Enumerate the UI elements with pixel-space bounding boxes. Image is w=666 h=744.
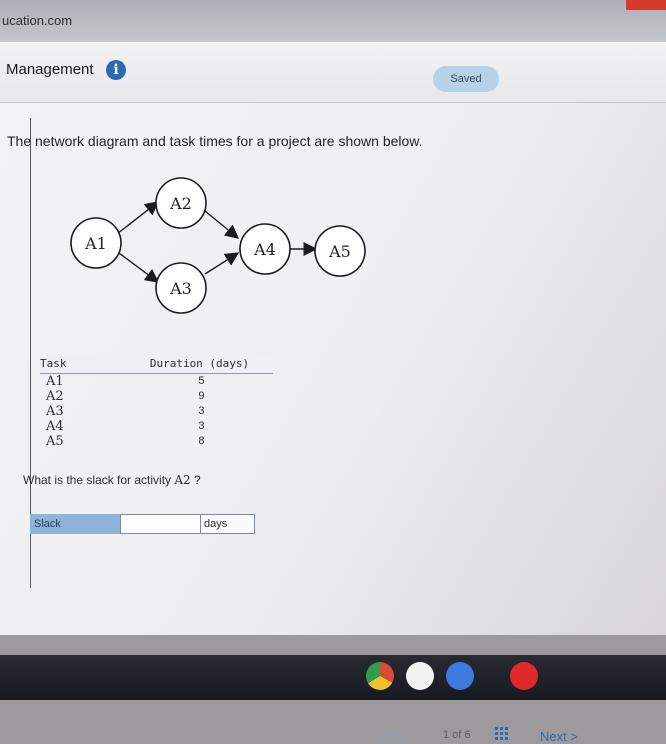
task-cell: A5 [46, 434, 64, 449]
next-button[interactable]: Next > [540, 729, 578, 744]
youtube-icon[interactable] [510, 662, 538, 690]
url-text[interactable]: ucation.com [2, 13, 72, 28]
duration-cell: 8 [198, 435, 205, 447]
column-header-duration: Duration (days) [149, 357, 250, 370]
edge-a1-a3 [118, 252, 160, 283]
window-corner [626, 0, 666, 10]
node-label: A3 [169, 279, 192, 298]
task-cell: A4 [46, 419, 64, 434]
duration-cell: 3 [198, 420, 205, 432]
table-row: A1 5 [40, 374, 273, 389]
prev-button[interactable]: Prev [380, 729, 405, 743]
edge-a1-a2 [116, 201, 160, 235]
table-row: A4 3 [40, 419, 273, 434]
pagination-footer: Prev 1 of 6 Next > [0, 715, 666, 744]
chrome-icon[interactable] [366, 662, 394, 690]
grid-icon[interactable] [495, 727, 508, 740]
page-title: Management [6, 61, 94, 78]
browser-bar: ucation.com [0, 0, 666, 42]
table-row: A3 3 [40, 404, 273, 419]
assignment-header: Management i Saved [0, 42, 666, 103]
node-label: A2 [169, 194, 192, 213]
edge-a2-a4 [204, 210, 240, 239]
page-indicator: 1 of 6 [443, 729, 471, 741]
docs-icon[interactable] [446, 662, 474, 690]
days-unit: days [200, 514, 255, 534]
task-cell: A3 [46, 404, 64, 419]
task-cell: A1 [46, 374, 64, 389]
table-header: Task Duration (days) [40, 355, 273, 374]
duration-cell: 3 [198, 405, 205, 417]
prompt-activity: A2 [174, 473, 191, 487]
node-label: A4 [253, 240, 276, 259]
gmail-icon[interactable] [406, 662, 434, 690]
info-icon[interactable]: i [106, 60, 126, 80]
slack-input[interactable] [120, 514, 204, 534]
prompt-suffix: ? [194, 473, 201, 487]
task-table: Task Duration (days) A1 5 A2 9 A3 3 A4 3… [40, 355, 273, 449]
node-label: A1 [84, 234, 107, 253]
slack-label: Slack [30, 514, 123, 534]
question-panel: The network diagram and task times for a… [0, 103, 666, 744]
saved-badge: Saved [433, 66, 499, 92]
duration-cell: 5 [198, 375, 205, 387]
edge-a3-a4 [204, 252, 240, 275]
column-header-task: Task [40, 357, 67, 370]
slack-question: What is the slack for activity A2 ? [23, 473, 201, 487]
node-label: A5 [328, 242, 351, 261]
duration-cell: 9 [198, 390, 205, 402]
os-shelf [0, 655, 666, 700]
prompt-prefix: What is the slack for activity [23, 473, 172, 487]
task-cell: A2 [46, 389, 64, 404]
table-row: A5 8 [40, 434, 273, 449]
table-row: A2 9 [40, 389, 273, 404]
